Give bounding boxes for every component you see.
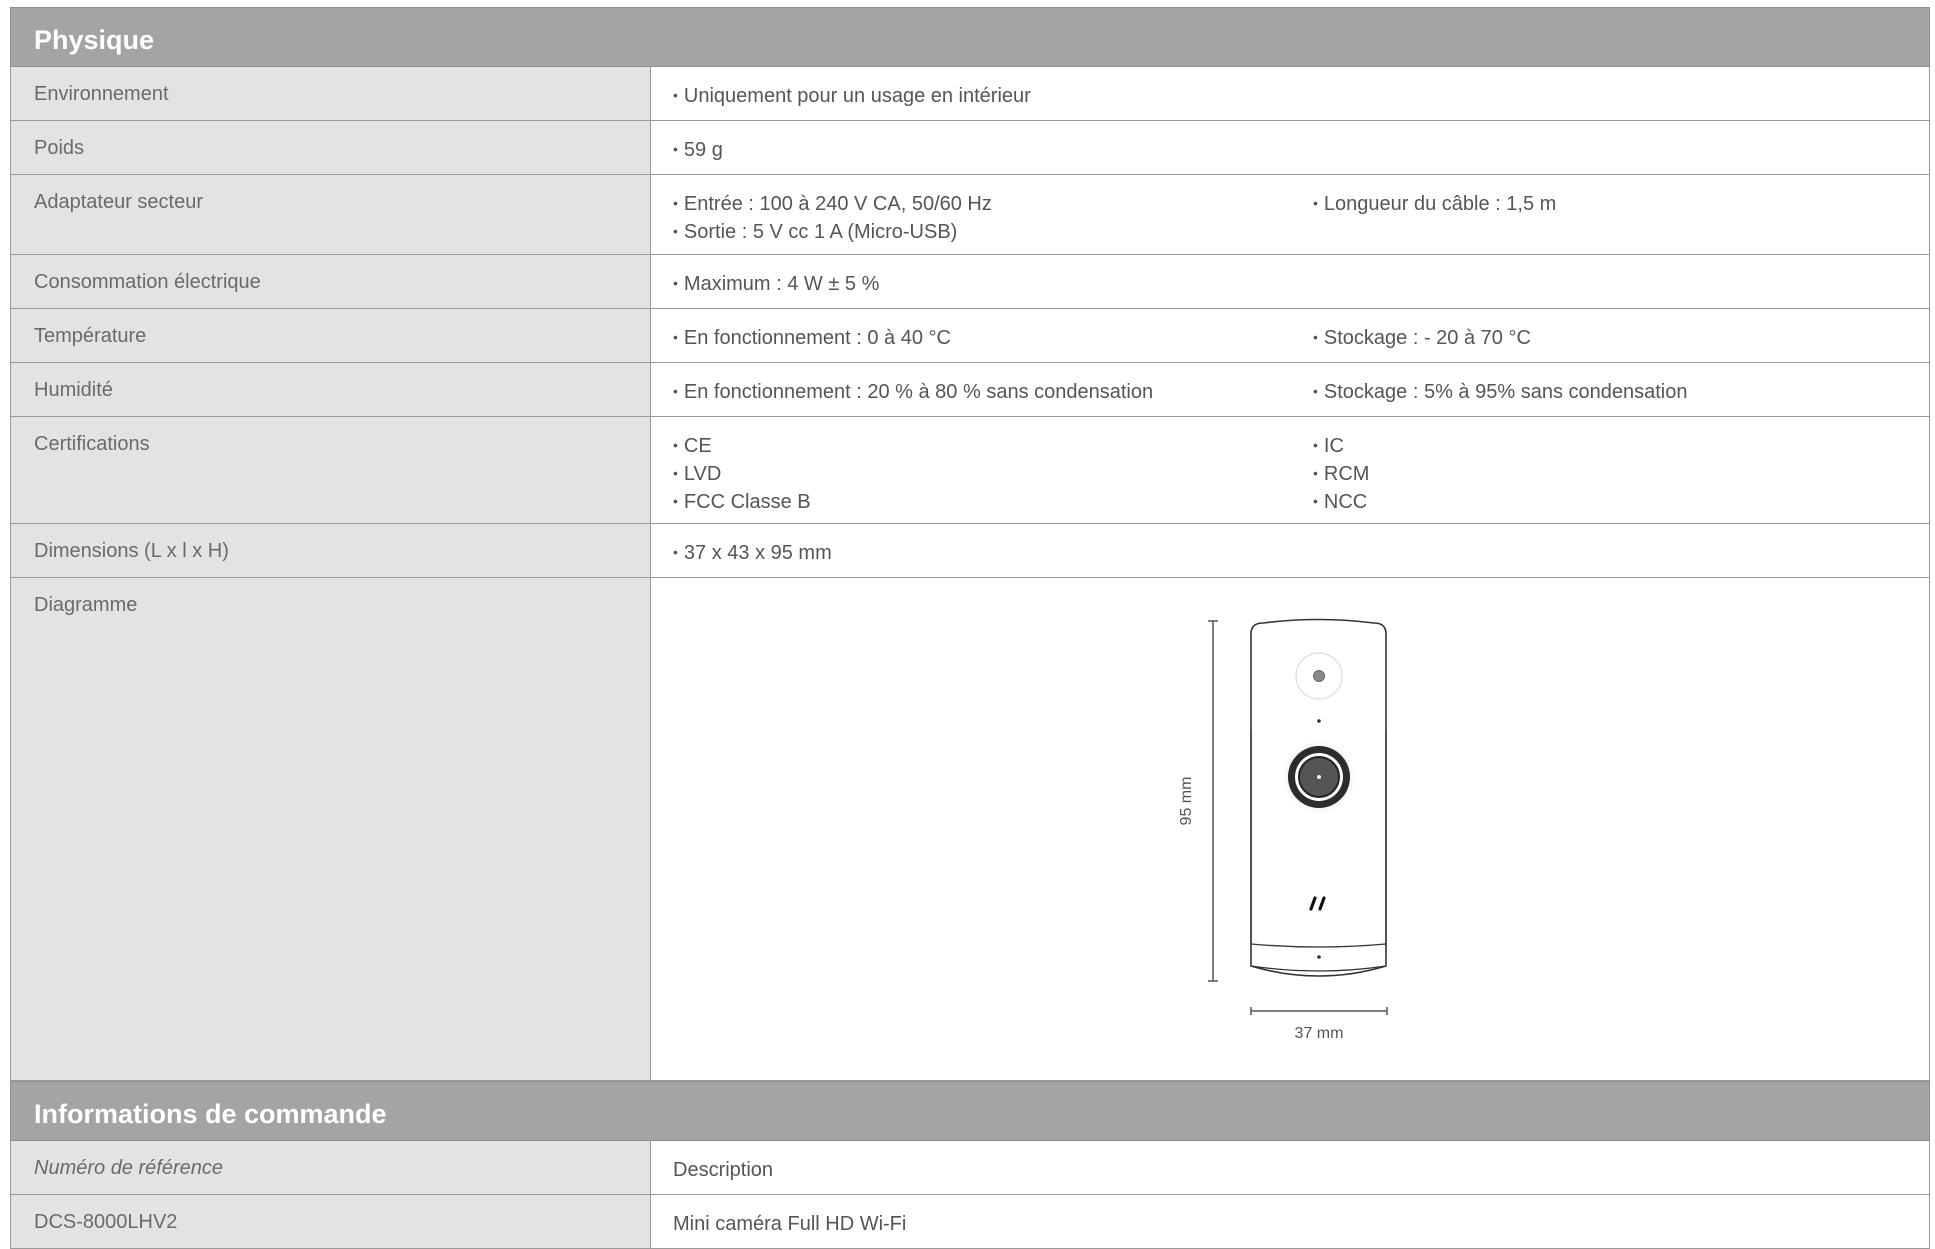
spec-value: En fonctionnement : 0 à 40 °C Stockage :… <box>651 309 1929 362</box>
order-desc-text: Mini caméra Full HD Wi-Fi <box>673 1213 907 1235</box>
list-item: LVD <box>673 461 1313 489</box>
spec-value: Uniquement pour un usage en intérieur <box>651 67 1929 120</box>
column-header-desc-text: Description <box>673 1159 774 1181</box>
spec-row-temperature: Température En fonctionnement : 0 à 40 °… <box>10 309 1930 363</box>
spec-value: 59 g <box>651 121 1929 174</box>
spec-label: Consommation électrique <box>11 255 651 308</box>
spec-label: Poids <box>11 121 651 174</box>
spec-row-diagramme: Diagramme 95 mm 37 mm <box>10 578 1930 1081</box>
spec-label: Diagramme <box>11 578 651 1080</box>
list-item: En fonctionnement : 20 % à 80 % sans con… <box>673 379 1313 407</box>
section-title-commande: Informations de commande <box>10 1081 1930 1141</box>
list-item: Stockage : - 20 à 70 °C <box>1313 325 1907 353</box>
list-item: 59 g <box>673 137 1313 165</box>
spec-label: Température <box>11 309 651 362</box>
list-item: RCM <box>1313 461 1907 489</box>
spec-label: Environnement <box>11 67 651 120</box>
spec-value: Maximum : 4 W ± 5 % <box>651 255 1929 308</box>
status-led-icon <box>1317 719 1321 723</box>
spec-row-humidite: Humidité En fonctionnement : 20 % à 80 %… <box>10 363 1930 417</box>
spec-row-certifications: Certifications CE LVD FCC Classe B IC RC… <box>10 417 1930 524</box>
list-item: NCC <box>1313 489 1907 517</box>
spec-value: CE LVD FCC Classe B IC RCM NCC <box>651 417 1929 523</box>
spec-sheet: Physique Environnement Uniquement pour u… <box>10 7 1930 1249</box>
spec-label: Adaptateur secteur <box>11 175 651 254</box>
spec-value: Entrée : 100 à 240 V CA, 50/60 Hz Sortie… <box>651 175 1929 254</box>
list-item: Maximum : 4 W ± 5 % <box>673 271 1313 299</box>
lens-icon <box>1281 739 1357 815</box>
order-ref: DCS-8000LHV2 <box>11 1195 651 1248</box>
spec-row-dimensions: Dimensions (L x l x H) 37 x 43 x 95 mm <box>10 524 1930 578</box>
list-item: CE <box>673 433 1313 461</box>
list-item: Stockage : 5% à 95% sans condensation <box>1313 379 1907 407</box>
height-label: 95 mm <box>1178 777 1195 826</box>
spec-row-adaptateur: Adaptateur secteur Entrée : 100 à 240 V … <box>10 175 1930 255</box>
reset-hole-icon <box>1317 955 1321 959</box>
spec-value: En fonctionnement : 20 % à 80 % sans con… <box>651 363 1929 416</box>
list-item: Uniquement pour un usage en intérieur <box>673 83 1313 111</box>
column-header-desc: Description <box>651 1141 1929 1194</box>
list-item: Sortie : 5 V cc 1 A (Micro-USB) <box>673 219 1313 247</box>
width-dimension-line <box>1250 1007 1388 1015</box>
light-sensor-icon <box>1295 652 1343 700</box>
spec-row-consommation: Consommation électrique Maximum : 4 W ± … <box>10 255 1930 309</box>
spec-label: Dimensions (L x l x H) <box>11 524 651 577</box>
list-item: En fonctionnement : 0 à 40 °C <box>673 325 1313 353</box>
camera-diagram-svg: 95 mm 37 mm <box>1178 618 1388 1042</box>
list-item: IC <box>1313 433 1907 461</box>
list-item: FCC Classe B <box>673 489 1313 517</box>
height-dimension-line <box>1208 620 1218 982</box>
width-label: 37 mm <box>1295 1025 1344 1042</box>
list-item: 37 x 43 x 95 mm <box>673 540 1313 568</box>
column-header-ref: Numéro de référence <box>11 1141 651 1194</box>
list-item: Entrée : 100 à 240 V CA, 50/60 Hz <box>673 191 1313 219</box>
camera-diagram: 95 mm 37 mm <box>651 578 1929 1080</box>
spec-row-poids: Poids 59 g <box>10 121 1930 175</box>
spec-label: Certifications <box>11 417 651 523</box>
section-title-physique: Physique <box>10 7 1930 67</box>
order-desc: Mini caméra Full HD Wi-Fi <box>651 1195 1929 1248</box>
spec-row-environnement: Environnement Uniquement pour un usage e… <box>10 67 1930 121</box>
spec-value: 37 x 43 x 95 mm <box>651 524 1929 577</box>
order-table-header: Numéro de référence Description <box>10 1141 1930 1195</box>
list-item: Longueur du câble : 1,5 m <box>1313 191 1907 219</box>
spec-label: Humidité <box>11 363 651 416</box>
